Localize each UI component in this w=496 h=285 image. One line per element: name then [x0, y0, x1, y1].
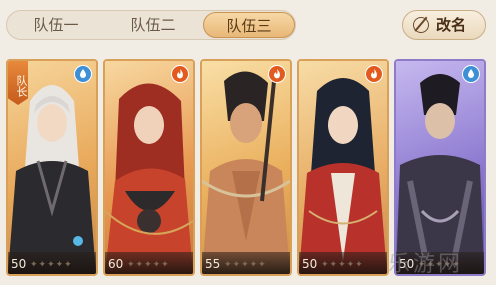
hero-card-4[interactable]: 50 ✦✦✦✦✦ [297, 59, 389, 276]
hero-portrait-4 [299, 78, 387, 274]
level-badge: 55 [205, 257, 221, 271]
fire-element-icon [268, 65, 286, 83]
fire-element-icon [365, 65, 383, 83]
rename-label: 改名 [436, 16, 467, 34]
hero-card-2[interactable]: 60 ✦✦✦✦✦ [103, 59, 195, 276]
level-badge: 50 [11, 257, 27, 271]
rename-button[interactable]: 改名 [402, 10, 486, 40]
watermark: 乐游网 [388, 252, 464, 277]
hero-portrait-2 [105, 83, 193, 274]
star-rating: ✦✦✦✦✦ [224, 260, 267, 270]
water-element-icon [74, 65, 92, 83]
tab-team-1[interactable]: 队伍一 [11, 11, 101, 39]
fire-element-icon [171, 65, 189, 83]
water-element-icon [462, 65, 480, 83]
hero-portrait-3 [202, 71, 290, 274]
star-rating: ✦✦✦✦✦ [321, 260, 364, 270]
level-badge: 60 [108, 257, 124, 271]
hero-card-3[interactable]: 55 ✦✦✦✦✦ [200, 59, 292, 276]
hero-portrait-5 [396, 74, 484, 274]
pen-circle-icon [413, 17, 429, 33]
hero-card-5[interactable]: 50 ✦✦✦✦✦ [394, 59, 486, 276]
captain-badge: 队长 [8, 61, 28, 105]
hero-card-1[interactable]: 队长 50 ✦✦✦✦✦ [6, 59, 98, 276]
star-rating: ✦✦✦✦✦ [30, 260, 73, 270]
tab-team-3[interactable]: 队伍三 [203, 12, 295, 38]
team-tab-bar: 队伍一 队伍二 队伍三 [6, 10, 296, 40]
star-rating: ✦✦✦✦✦ [127, 260, 170, 270]
level-badge: 50 [302, 257, 318, 271]
tab-team-2[interactable]: 队伍二 [107, 11, 199, 39]
